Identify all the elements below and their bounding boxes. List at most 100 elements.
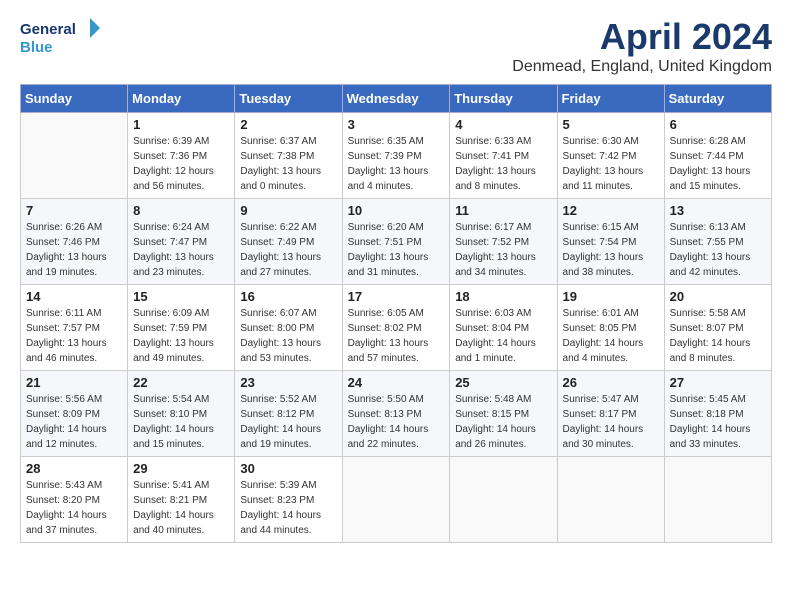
calendar-cell: 2 Sunrise: 6:37 AMSunset: 7:38 PMDaylight… [235, 113, 342, 199]
week-row-1: 1 Sunrise: 6:39 AMSunset: 7:36 PMDaylight… [21, 113, 772, 199]
svg-text:General: General [20, 21, 76, 38]
day-number: 24 [348, 375, 445, 390]
calendar-cell [342, 457, 450, 543]
day-info: Sunrise: 6:24 AMSunset: 7:47 PMDaylight:… [133, 220, 229, 280]
calendar-cell: 14 Sunrise: 6:11 AMSunset: 7:57 PMDayligh… [21, 285, 128, 371]
calendar-cell [450, 457, 557, 543]
day-number: 12 [563, 203, 659, 218]
calendar-cell: 13 Sunrise: 6:13 AMSunset: 7:55 PMDayligh… [664, 199, 771, 285]
day-info: Sunrise: 6:39 AMSunset: 7:36 PMDaylight:… [133, 134, 229, 194]
calendar-cell: 20Sunrise: 5:58 AMSunset: 8:07 PMDayligh… [664, 285, 771, 371]
calendar-cell: 16 Sunrise: 6:07 AMSunset: 8:00 PMDayligh… [235, 285, 342, 371]
day-number: 13 [670, 203, 766, 218]
day-number: 14 [26, 289, 122, 304]
day-number: 22 [133, 375, 229, 390]
calendar-cell: 5 Sunrise: 6:30 AMSunset: 7:42 PMDaylight… [557, 113, 664, 199]
logo-svg: General Blue [20, 16, 100, 60]
calendar-cell [664, 457, 771, 543]
day-info: Sunrise: 5:47 AMSunset: 8:17 PMDaylight:… [563, 392, 659, 452]
day-info: Sunrise: 5:48 AMSunset: 8:15 PMDaylight:… [455, 392, 551, 452]
day-number: 5 [563, 117, 659, 132]
day-info: Sunrise: 6:17 AMSunset: 7:52 PMDaylight:… [455, 220, 551, 280]
calendar-cell: 17 Sunrise: 6:05 AMSunset: 8:02 PMDayligh… [342, 285, 450, 371]
day-info: Sunrise: 6:03 AMSunset: 8:04 PMDaylight:… [455, 306, 551, 366]
day-number: 27 [670, 375, 766, 390]
day-info: Sunrise: 5:43 AMSunset: 8:20 PMDaylight:… [26, 478, 122, 538]
day-header-wednesday: Wednesday [342, 85, 450, 113]
day-info: Sunrise: 6:09 AMSunset: 7:59 PMDaylight:… [133, 306, 229, 366]
month-title: April 2024 [512, 16, 772, 58]
calendar-cell [557, 457, 664, 543]
week-row-5: 28Sunrise: 5:43 AMSunset: 8:20 PMDayligh… [21, 457, 772, 543]
day-number: 21 [26, 375, 122, 390]
calendar-cell [21, 113, 128, 199]
day-info: Sunrise: 6:20 AMSunset: 7:51 PMDaylight:… [348, 220, 445, 280]
day-number: 26 [563, 375, 659, 390]
day-info: Sunrise: 6:35 AMSunset: 7:39 PMDaylight:… [348, 134, 445, 194]
day-number: 1 [133, 117, 229, 132]
day-header-saturday: Saturday [664, 85, 771, 113]
day-number: 11 [455, 203, 551, 218]
calendar-cell: 19Sunrise: 6:01 AMSunset: 8:05 PMDayligh… [557, 285, 664, 371]
day-number: 23 [240, 375, 336, 390]
day-info: Sunrise: 5:50 AMSunset: 8:13 PMDaylight:… [348, 392, 445, 452]
calendar-cell: 23 Sunrise: 5:52 AMSunset: 8:12 PMDayligh… [235, 371, 342, 457]
day-info: Sunrise: 6:15 AMSunset: 7:54 PMDaylight:… [563, 220, 659, 280]
day-header-tuesday: Tuesday [235, 85, 342, 113]
day-info: Sunrise: 6:30 AMSunset: 7:42 PMDaylight:… [563, 134, 659, 194]
calendar-cell: 12 Sunrise: 6:15 AMSunset: 7:54 PMDayligh… [557, 199, 664, 285]
calendar-cell: 30Sunrise: 5:39 AMSunset: 8:23 PMDayligh… [235, 457, 342, 543]
day-number: 9 [240, 203, 336, 218]
day-number: 18 [455, 289, 551, 304]
day-info: Sunrise: 5:52 AMSunset: 8:12 PMDaylight:… [240, 392, 336, 452]
calendar-cell: 10 Sunrise: 6:20 AMSunset: 7:51 PMDayligh… [342, 199, 450, 285]
calendar-cell: 24 Sunrise: 5:50 AMSunset: 8:13 PMDayligh… [342, 371, 450, 457]
day-info: Sunrise: 5:56 AMSunset: 8:09 PMDaylight:… [26, 392, 122, 452]
calendar-cell: 4Sunrise: 6:33 AMSunset: 7:41 PMDaylight… [450, 113, 557, 199]
day-number: 6 [670, 117, 766, 132]
calendar-cell: 29Sunrise: 5:41 AMSunset: 8:21 PMDayligh… [128, 457, 235, 543]
day-header-monday: Monday [128, 85, 235, 113]
day-info: Sunrise: 6:33 AMSunset: 7:41 PMDaylight:… [455, 134, 551, 194]
day-number: 7 [26, 203, 122, 218]
day-number: 16 [240, 289, 336, 304]
calendar-cell: 18 Sunrise: 6:03 AMSunset: 8:04 PMDayligh… [450, 285, 557, 371]
day-number: 3 [348, 117, 445, 132]
week-row-3: 14 Sunrise: 6:11 AMSunset: 7:57 PMDayligh… [21, 285, 772, 371]
week-row-2: 7 Sunrise: 6:26 AMSunset: 7:46 PMDaylight… [21, 199, 772, 285]
day-number: 20 [670, 289, 766, 304]
location-title: Denmead, England, United Kingdom [512, 58, 772, 76]
calendar-cell: 26 Sunrise: 5:47 AMSunset: 8:17 PMDayligh… [557, 371, 664, 457]
day-number: 25 [455, 375, 551, 390]
day-info: Sunrise: 5:54 AMSunset: 8:10 PMDaylight:… [133, 392, 229, 452]
day-info: Sunrise: 6:07 AMSunset: 8:00 PMDaylight:… [240, 306, 336, 366]
calendar-table: SundayMondayTuesdayWednesdayThursdayFrid… [20, 84, 772, 543]
day-header-friday: Friday [557, 85, 664, 113]
title-area: April 2024 Denmead, England, United King… [512, 16, 772, 76]
calendar-cell: 15Sunrise: 6:09 AMSunset: 7:59 PMDayligh… [128, 285, 235, 371]
calendar-cell: 28Sunrise: 5:43 AMSunset: 8:20 PMDayligh… [21, 457, 128, 543]
calendar-cell: 21 Sunrise: 5:56 AMSunset: 8:09 PMDayligh… [21, 371, 128, 457]
calendar-cell: 11 Sunrise: 6:17 AMSunset: 7:52 PMDayligh… [450, 199, 557, 285]
header: General Blue April 2024 Denmead, England… [20, 16, 772, 76]
calendar-cell: 9Sunrise: 6:22 AMSunset: 7:49 PMDaylight… [235, 199, 342, 285]
day-number: 17 [348, 289, 445, 304]
calendar-cell: 1 Sunrise: 6:39 AMSunset: 7:36 PMDaylight… [128, 113, 235, 199]
day-number: 10 [348, 203, 445, 218]
day-number: 2 [240, 117, 336, 132]
day-header-thursday: Thursday [450, 85, 557, 113]
day-info: Sunrise: 6:11 AMSunset: 7:57 PMDaylight:… [26, 306, 122, 366]
day-info: Sunrise: 6:05 AMSunset: 8:02 PMDaylight:… [348, 306, 445, 366]
calendar-cell: 27 Sunrise: 5:45 AMSunset: 8:18 PMDayligh… [664, 371, 771, 457]
day-info: Sunrise: 6:13 AMSunset: 7:55 PMDaylight:… [670, 220, 766, 280]
day-info: Sunrise: 5:45 AMSunset: 8:18 PMDaylight:… [670, 392, 766, 452]
day-info: Sunrise: 6:26 AMSunset: 7:46 PMDaylight:… [26, 220, 122, 280]
day-header-sunday: Sunday [21, 85, 128, 113]
logo: General Blue [20, 16, 100, 60]
week-row-4: 21 Sunrise: 5:56 AMSunset: 8:09 PMDayligh… [21, 371, 772, 457]
svg-text:Blue: Blue [20, 39, 53, 56]
day-info: Sunrise: 6:28 AMSunset: 7:44 PMDaylight:… [670, 134, 766, 194]
day-info: Sunrise: 6:37 AMSunset: 7:38 PMDaylight:… [240, 134, 336, 194]
calendar-cell: 6 Sunrise: 6:28 AMSunset: 7:44 PMDaylight… [664, 113, 771, 199]
day-number: 8 [133, 203, 229, 218]
